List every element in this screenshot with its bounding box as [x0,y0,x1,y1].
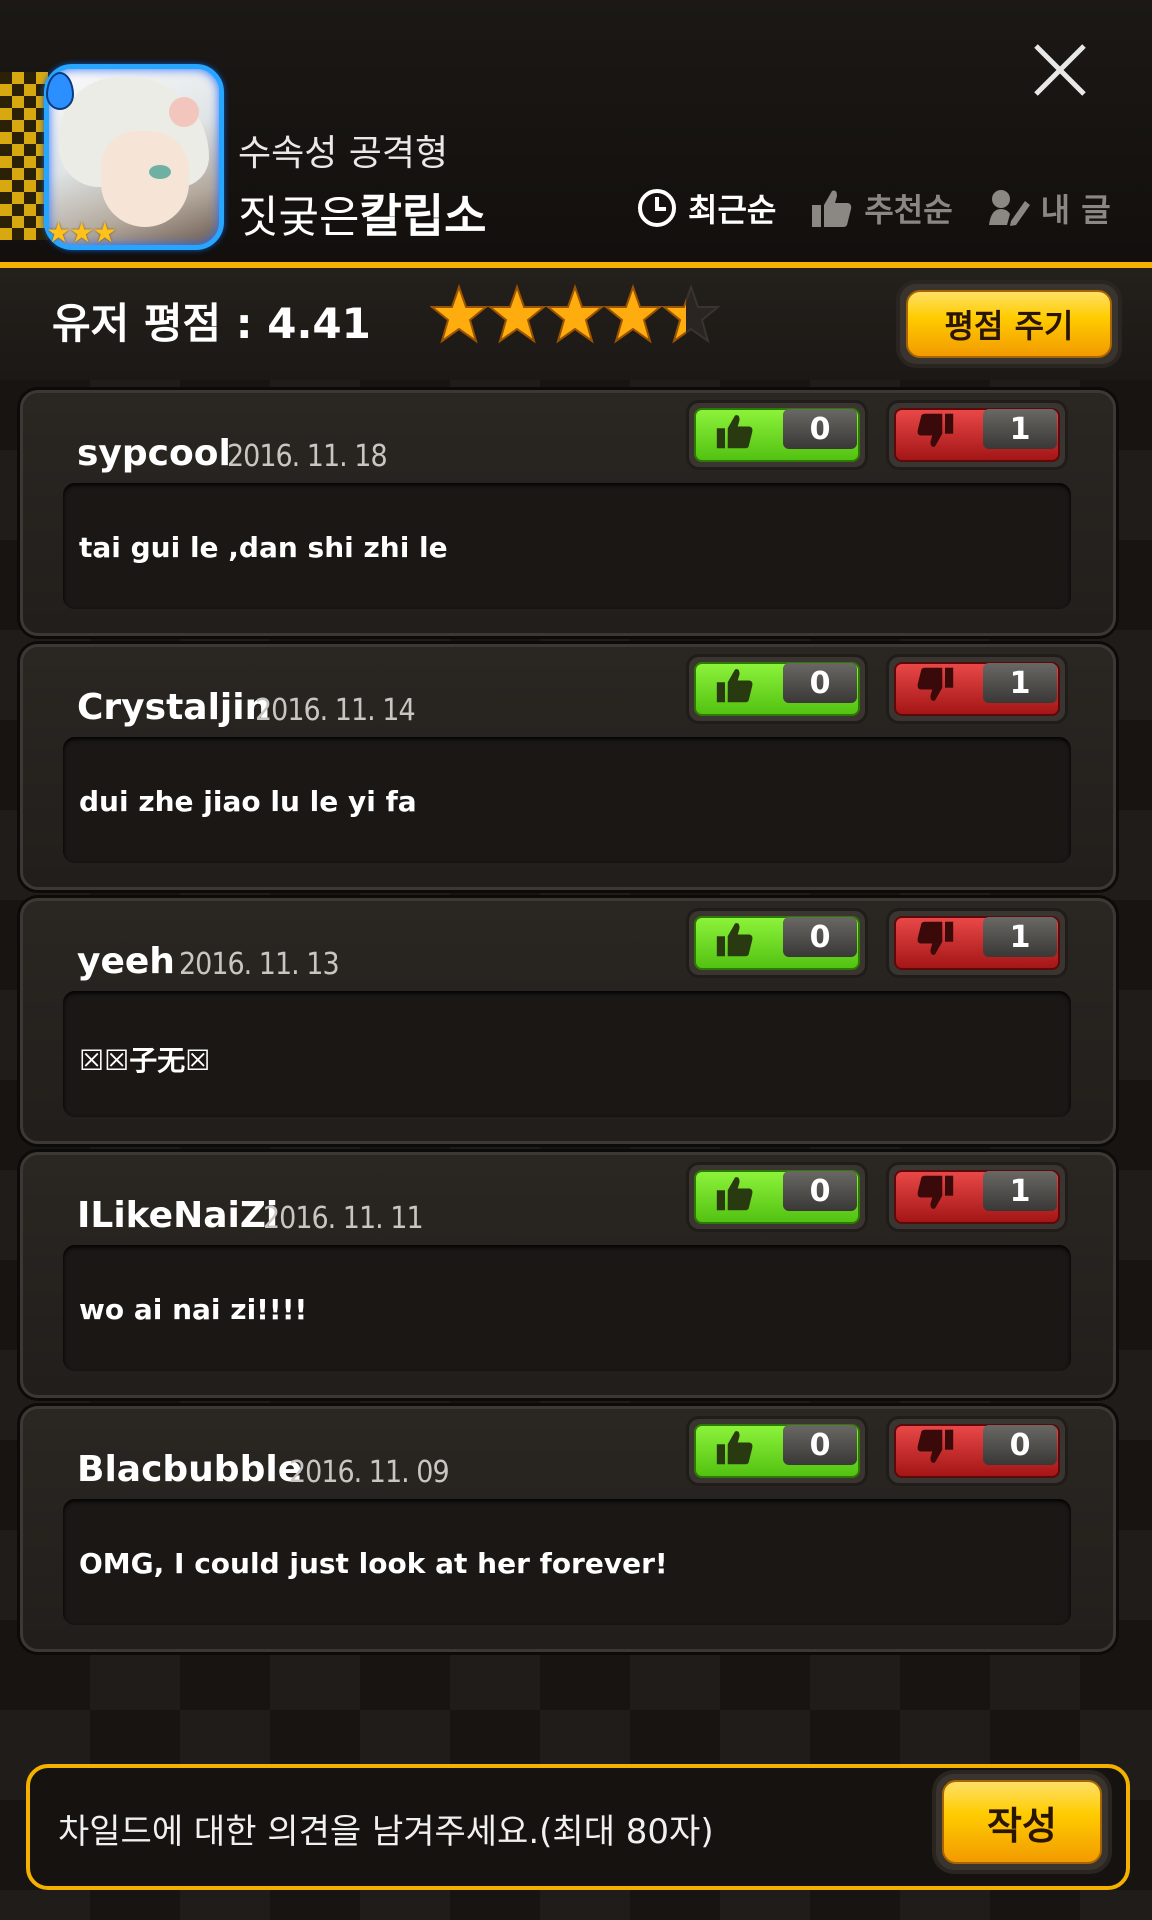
user-rating-label: 유저 평점 : 4.41 [52,299,371,348]
downvote-button[interactable]: 1 [889,403,1065,467]
hero-name-prefix: 짓궂은 [238,192,360,243]
hero-type: 수속성 공격형 [238,133,449,174]
thumbs-up-icon [716,415,753,449]
thumbs-down-icon [917,1175,954,1209]
review-body: dui zhe jiao lu le yi fa [63,737,1071,863]
review-text: dui zhe jiao lu le yi fa [79,785,417,818]
thumbs-up-icon [716,669,753,703]
upvote-count: 0 [783,1425,857,1465]
review-card: Crystaljin 2016. 11. 14 0 1 dui zhe jiao… [20,644,1116,890]
upvote-count: 0 [783,1171,857,1211]
star-partial-icon [662,284,720,344]
thumbs-down-icon [917,921,954,955]
review-card: yeeh 2016. 11. 13 0 1 ☒☒子无☒ [20,898,1116,1144]
review-date: 2016. 11. 11 [263,1201,424,1236]
downvote-button[interactable]: 1 [889,911,1065,975]
review-text: ☒☒子无☒ [79,1044,211,1077]
downvote-count: 0 [983,1425,1057,1465]
thumbs-up-icon [812,190,852,227]
review-text: tai gui le ,dan shi zhi le [79,531,448,564]
review-user: Blacbubble [77,1449,303,1490]
downvote-count: 1 [983,1171,1057,1211]
tab-recommended[interactable]: 추천순 [810,185,953,231]
checker-decoration [0,72,48,240]
review-body: tai gui le ,dan shi zhi le [63,483,1071,609]
review-body: OMG, I could just look at her forever! [63,1499,1071,1625]
review-user: yeeh [77,941,175,982]
thumbs-down-icon [917,1429,954,1463]
tab-recent-label: 최근순 [688,191,777,229]
tab-my-posts[interactable]: 내 글 [987,185,1111,231]
thumbs-down-icon [917,667,954,701]
review-card: Blacbubble 2016. 11. 09 0 0 OMG, I could… [20,1406,1116,1652]
upvote-button[interactable]: 0 [689,911,865,975]
hero-name: 짓궂은칼립소 [238,180,486,246]
rating-stars [430,284,720,346]
downvote-button[interactable]: 0 [889,1419,1065,1483]
review-user: ILikeNaiZi [77,1195,279,1236]
review-card: sypcool 2016. 11. 18 0 1 tai gui le ,dan… [20,390,1116,636]
review-date: 2016. 11. 18 [227,439,388,474]
review-body: wo ai nai zi!!!! [63,1245,1071,1371]
upvote-count: 0 [783,917,857,957]
upvote-button[interactable]: 0 [689,403,865,467]
upvote-count: 0 [783,409,857,449]
star-full-icon [546,284,604,344]
review-text: wo ai nai zi!!!! [79,1293,308,1326]
review-card: ILikeNaiZi 2016. 11. 11 0 1 wo ai nai zi… [20,1152,1116,1398]
water-drop-icon [46,72,74,110]
star-full-icon [430,284,488,344]
downvote-count: 1 [983,917,1057,957]
review-text: OMG, I could just look at her forever! [79,1547,668,1580]
review-user: sypcool [77,433,231,474]
comment-placeholder: 차일드에 대한 의견을 남겨주세요.(최대 80자) [58,1812,714,1852]
close-icon[interactable] [1030,40,1090,100]
downvote-button[interactable]: 1 [889,657,1065,721]
thumbs-up-icon [716,923,753,957]
rate-button[interactable]: 평점 주기 [900,284,1118,364]
downvote-button[interactable]: 1 [889,1165,1065,1229]
write-icon [988,190,1030,226]
review-date: 2016. 11. 09 [289,1455,450,1490]
hero-name-main: 칼립소 [359,189,487,243]
star-full-icon [604,284,662,344]
tab-recent[interactable]: 최근순 [636,185,776,231]
review-body: ☒☒子无☒ [63,991,1071,1117]
tab-my-posts-label: 내 글 [1040,191,1111,229]
downvote-count: 1 [983,409,1057,449]
header: ★★★ 수속성 공격형 짓궂은칼립소 최근순 추천순 내 글 [0,0,1152,268]
thumbs-down-icon [917,413,954,447]
upvote-button[interactable]: 0 [689,1419,865,1483]
hero-star-rating: ★★★ [46,216,117,249]
write-button[interactable]: 작성 [936,1774,1108,1870]
thumbs-up-icon [716,1177,753,1211]
sort-tabs: 최근순 추천순 내 글 [636,184,1145,232]
star-full-icon [488,284,546,344]
review-date: 2016. 11. 14 [255,693,416,728]
upvote-count: 0 [783,663,857,703]
upvote-button[interactable]: 0 [689,657,865,721]
review-user: Crystaljin [77,687,271,728]
write-button-label: 작성 [942,1780,1102,1864]
review-date: 2016. 11. 13 [179,947,340,982]
downvote-count: 1 [983,663,1057,703]
tab-recommended-label: 추천순 [864,191,953,229]
rate-button-label: 평점 주기 [906,290,1112,358]
clock-icon [638,189,676,227]
upvote-button[interactable]: 0 [689,1165,865,1229]
thumbs-up-icon [716,1431,753,1465]
